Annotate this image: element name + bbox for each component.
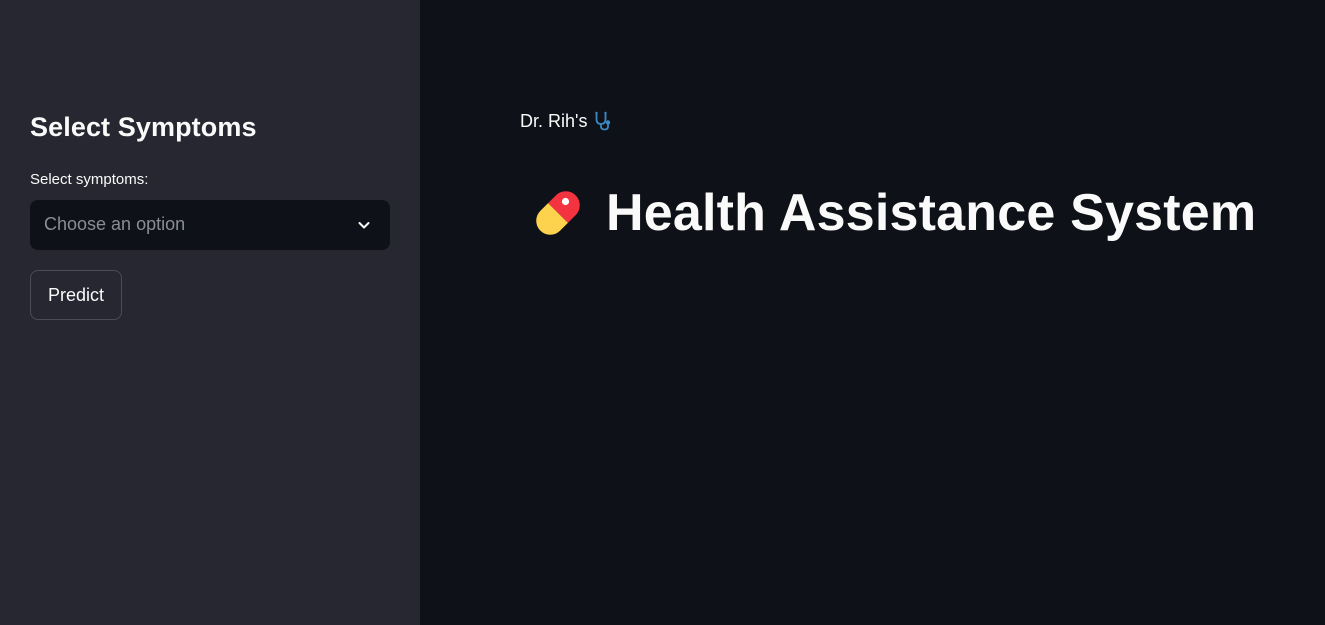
subheader: Dr. Rih's: [520, 110, 615, 132]
symptoms-select[interactable]: Choose an option: [30, 200, 390, 250]
main-content: Dr. Rih's Health Assistance System: [420, 0, 1325, 625]
symptoms-select-placeholder: Choose an option: [44, 214, 186, 234]
sidebar: Select Symptoms Select symptoms: Choose …: [0, 0, 420, 625]
sidebar-title: Select Symptoms: [30, 112, 257, 142]
chevron-down-icon: [358, 222, 370, 229]
page-title-row: Health Assistance System: [528, 183, 1256, 243]
app-root: Select Symptoms Select symptoms: Choose …: [0, 0, 1325, 625]
symptoms-select-label: Select symptoms:: [30, 171, 149, 188]
predict-button[interactable]: Predict: [30, 270, 122, 320]
page-title: Health Assistance System: [606, 184, 1257, 242]
subheader-text: Dr. Rih's: [520, 110, 588, 131]
pill-icon: [536, 191, 580, 235]
stethoscope-icon: [595, 111, 611, 131]
